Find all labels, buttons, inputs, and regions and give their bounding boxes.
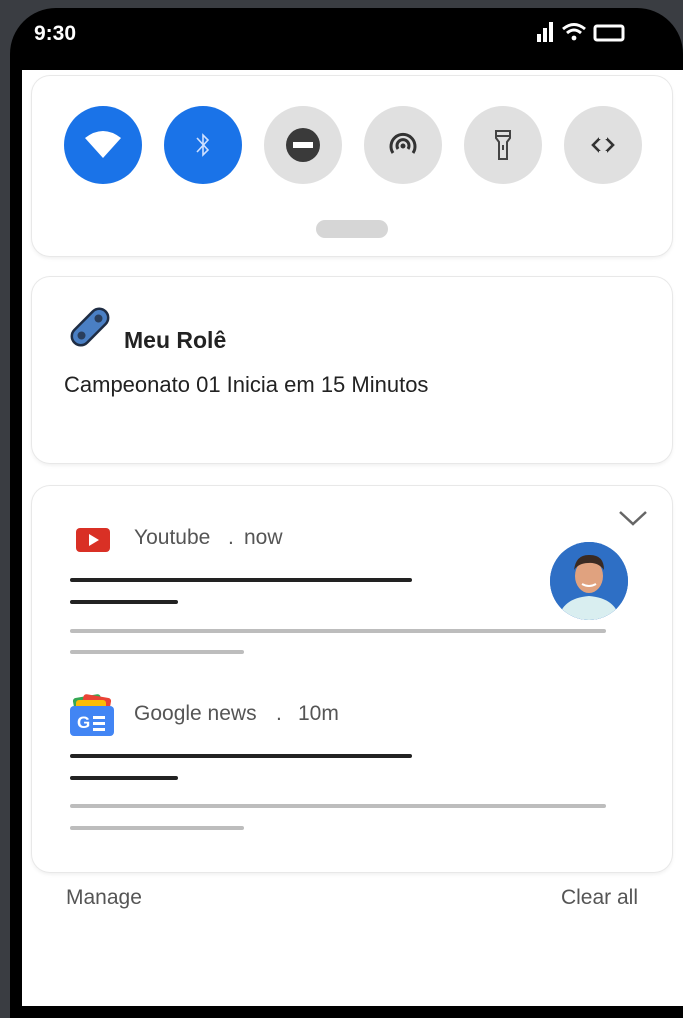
- bluetooth-icon: [196, 133, 210, 157]
- notification-time: now: [244, 526, 283, 549]
- manage-button[interactable]: Manage: [66, 886, 142, 910]
- content-placeholder-line: [70, 629, 606, 633]
- status-icons: [533, 20, 629, 44]
- notification-shade: Meu Rolê Campeonato 01 Inicia em 15 Minu…: [22, 70, 683, 1006]
- clear-all-button[interactable]: Clear all: [561, 886, 638, 910]
- signal-icon: [537, 22, 553, 42]
- tile-hotspot[interactable]: [364, 106, 442, 184]
- notification-message: Campeonato 01 Inicia em 15 Minutos: [64, 372, 429, 397]
- tile-auto-rotate[interactable]: [564, 106, 642, 184]
- notification-group-card: Youtube . now G Google news . 10m: [32, 486, 672, 872]
- battery-icon: [593, 24, 625, 42]
- wifi-icon: [562, 23, 586, 41]
- auto-rotate-icon: [591, 131, 615, 159]
- app-name: Meu Rolê: [124, 327, 227, 353]
- content-placeholder-line: [70, 650, 244, 654]
- tile-do-not-disturb[interactable]: [264, 106, 342, 184]
- content-placeholder-line: [70, 826, 244, 830]
- youtube-icon: [76, 528, 110, 552]
- content-placeholder-line: [70, 804, 606, 808]
- flashlight-icon: [495, 130, 511, 160]
- app-notification-card[interactable]: Meu Rolê Campeonato 01 Inicia em 15 Minu…: [32, 277, 672, 463]
- tile-flashlight[interactable]: [464, 106, 542, 184]
- wifi-icon: [85, 131, 121, 158]
- avatar: [550, 542, 628, 620]
- skateboard-icon: [70, 307, 110, 347]
- google-news-icon: G: [70, 694, 114, 736]
- status-time: 9:30: [34, 22, 77, 45]
- notification-separator: .: [228, 526, 234, 549]
- notification-time: 10m: [298, 702, 339, 725]
- notification-source: Google news: [134, 702, 257, 725]
- content-placeholder-line: [70, 776, 178, 780]
- chevron-down-icon[interactable]: [616, 506, 650, 530]
- content-placeholder-line: [70, 578, 412, 582]
- tile-wifi[interactable]: [64, 106, 142, 184]
- tile-bluetooth[interactable]: [164, 106, 242, 184]
- hotspot-icon: [389, 132, 417, 154]
- svg-text:G: G: [77, 713, 90, 732]
- do-not-disturb-icon: [286, 128, 320, 162]
- quick-settings-panel: [32, 76, 672, 256]
- expand-handle[interactable]: [316, 220, 388, 238]
- notification-source: Youtube: [134, 526, 211, 549]
- notification-separator: .: [276, 702, 282, 725]
- content-placeholder-line: [70, 754, 412, 758]
- content-placeholder-line: [70, 600, 178, 604]
